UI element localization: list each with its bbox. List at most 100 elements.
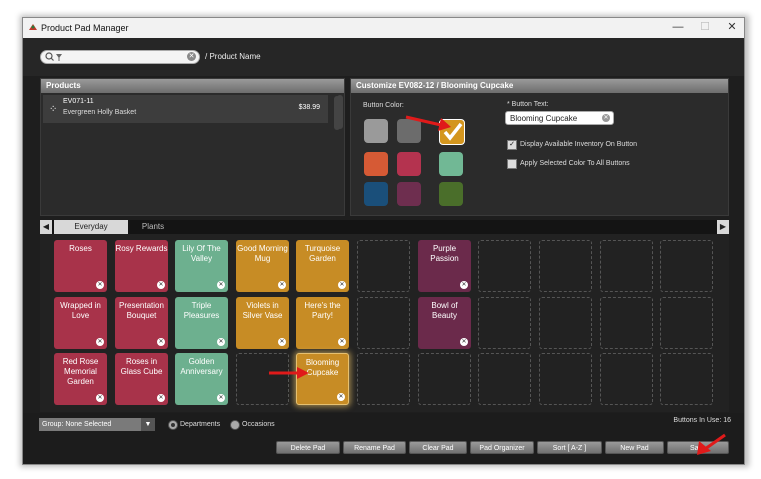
remove-pad-icon[interactable]: ✕: [338, 338, 346, 346]
pad-button[interactable]: Here's the Party! ✕: [296, 297, 349, 349]
pad-label: Presentation Bouquet: [119, 301, 164, 320]
display-inventory-checkbox[interactable]: ✓: [507, 140, 517, 150]
clear-button-text-icon[interactable]: ✕: [602, 114, 610, 122]
remove-pad-icon[interactable]: ✕: [217, 338, 225, 346]
remove-pad-icon[interactable]: ✕: [337, 393, 345, 401]
remove-pad-icon[interactable]: ✕: [96, 281, 104, 289]
color-swatch[interactable]: [439, 182, 463, 206]
pad-label: Triple Pleasures: [183, 301, 220, 320]
occasions-radio[interactable]: [230, 420, 240, 430]
search-input[interactable]: [65, 51, 185, 62]
empty-pad-slot[interactable]: [539, 297, 592, 349]
remove-pad-icon[interactable]: ✕: [278, 281, 286, 289]
empty-pad-slot[interactable]: [357, 353, 410, 405]
empty-pad-slot[interactable]: [660, 297, 713, 349]
pad-button[interactable]: Lily Of The Valley ✕: [175, 240, 228, 292]
color-swatch[interactable]: [439, 152, 463, 176]
button-text-box[interactable]: ✕: [505, 111, 614, 125]
title-bar: Product Pad Manager — ☐ ✕: [23, 18, 744, 38]
product-item-icon: ⁘: [49, 104, 58, 115]
remove-pad-icon[interactable]: ✕: [157, 281, 165, 289]
sort-a-z-button[interactable]: Sort [ A-Z ]: [537, 441, 602, 454]
pad-button[interactable]: Roses in Glass Cube ✕: [115, 353, 168, 405]
color-swatch[interactable]: [364, 119, 388, 143]
pad-button[interactable]: Violets in Silver Vase ✕: [236, 297, 289, 349]
color-swatch[interactable]: [364, 182, 388, 206]
empty-pad-slot[interactable]: [600, 240, 653, 292]
empty-pad-slot[interactable]: [478, 297, 531, 349]
buttons-in-use-count: Buttons In Use: 16: [673, 417, 731, 424]
empty-pad-slot[interactable]: [539, 240, 592, 292]
pad-button[interactable]: Bowl of Beauty ✕: [418, 297, 471, 349]
tab-scroll-right-icon[interactable]: ▶: [717, 220, 729, 234]
remove-pad-icon[interactable]: ✕: [460, 281, 468, 289]
pad-button[interactable]: Wrapped in Love ✕: [54, 297, 107, 349]
tab-scroll-left-icon[interactable]: ◀: [40, 220, 52, 234]
empty-pad-slot[interactable]: [418, 353, 471, 405]
pad-button[interactable]: Presentation Bouquet ✕: [115, 297, 168, 349]
close-button[interactable]: ✕: [719, 20, 744, 35]
pad-label: Lily Of The Valley: [182, 244, 221, 263]
remove-pad-icon[interactable]: ✕: [96, 338, 104, 346]
minimize-button[interactable]: —: [665, 20, 691, 35]
pad-organizer-button[interactable]: Pad Organizer: [470, 441, 534, 454]
empty-pad-slot[interactable]: [539, 353, 592, 405]
pad-button[interactable]: Purple Passion ✕: [418, 240, 471, 292]
departments-label: Departments: [180, 421, 221, 428]
remove-pad-icon[interactable]: ✕: [157, 338, 165, 346]
remove-pad-icon[interactable]: ✕: [217, 281, 225, 289]
color-swatch[interactable]: [397, 152, 421, 176]
departments-radio[interactable]: [168, 420, 178, 430]
empty-pad-slot[interactable]: [357, 297, 410, 349]
pad-label: Purple Passion: [430, 244, 459, 263]
remove-pad-icon[interactable]: ✕: [278, 338, 286, 346]
pad-button[interactable]: Golden Anniversary ✕: [175, 353, 228, 405]
button-text-input[interactable]: [510, 113, 600, 123]
empty-pad-slot[interactable]: [600, 353, 653, 405]
color-swatch[interactable]: [397, 182, 421, 206]
customize-header: Customize EV082-12 / Blooming Cupcake: [351, 79, 728, 93]
display-inventory-label: Display Available Inventory On Button: [520, 141, 637, 148]
product-name: Evergreen Holly Basket: [63, 109, 137, 116]
remove-pad-icon[interactable]: ✕: [460, 338, 468, 346]
color-swatch[interactable]: [364, 152, 388, 176]
search-filter-icon: [45, 52, 62, 61]
pad-label: Rosy Rewards: [115, 244, 168, 253]
empty-pad-slot[interactable]: [660, 240, 713, 292]
chevron-down-icon[interactable]: ▼: [141, 418, 155, 431]
pointer-arrow-icon: [405, 115, 451, 131]
empty-pad-slot[interactable]: [600, 297, 653, 349]
search-box[interactable]: ✕: [40, 50, 200, 64]
remove-pad-icon[interactable]: ✕: [338, 281, 346, 289]
tab-everyday[interactable]: Everyday: [54, 220, 128, 234]
pad-label: Roses: [69, 244, 92, 253]
pad-button[interactable]: Red Rose Memorial Garden ✕: [54, 353, 107, 405]
empty-pad-slot[interactable]: [478, 353, 531, 405]
remove-pad-icon[interactable]: ✕: [96, 394, 104, 402]
new-pad-button[interactable]: New Pad: [605, 441, 664, 454]
pad-label: Turquoise Garden: [304, 244, 341, 263]
group-select-value: Group: None Selected: [42, 421, 112, 428]
tab-plants[interactable]: Plants: [128, 220, 178, 234]
maximize-button[interactable]: ☐: [692, 20, 718, 35]
empty-pad-slot[interactable]: [478, 240, 531, 292]
pad-button[interactable]: Turquoise Garden ✕: [296, 240, 349, 292]
group-select[interactable]: Group: None Selected ▼: [39, 418, 155, 431]
rename-pad-button[interactable]: Rename Pad: [343, 441, 406, 454]
pad-button[interactable]: Good Morning Mug ✕: [236, 240, 289, 292]
remove-pad-icon[interactable]: ✕: [157, 394, 165, 402]
apply-color-label: Apply Selected Color To All Buttons: [520, 160, 630, 167]
remove-pad-icon[interactable]: ✕: [217, 394, 225, 402]
empty-pad-slot[interactable]: [660, 353, 713, 405]
pad-button[interactable]: Roses ✕: [54, 240, 107, 292]
pad-button[interactable]: Rosy Rewards ✕: [115, 240, 168, 292]
product-row[interactable]: ⁘ EV071-11 Evergreen Holly Basket $38.99: [43, 95, 328, 123]
panel-divider-scrollbar[interactable]: [337, 95, 343, 129]
delete-pad-button[interactable]: Delete Pad: [276, 441, 340, 454]
clear-search-icon[interactable]: ✕: [187, 52, 196, 61]
pad-button[interactable]: Triple Pleasures ✕: [175, 297, 228, 349]
clear-pad-button[interactable]: Clear Pad: [409, 441, 467, 454]
empty-pad-slot[interactable]: [357, 240, 410, 292]
apply-color-checkbox[interactable]: [507, 159, 517, 169]
product-code: EV071-11: [63, 98, 94, 105]
